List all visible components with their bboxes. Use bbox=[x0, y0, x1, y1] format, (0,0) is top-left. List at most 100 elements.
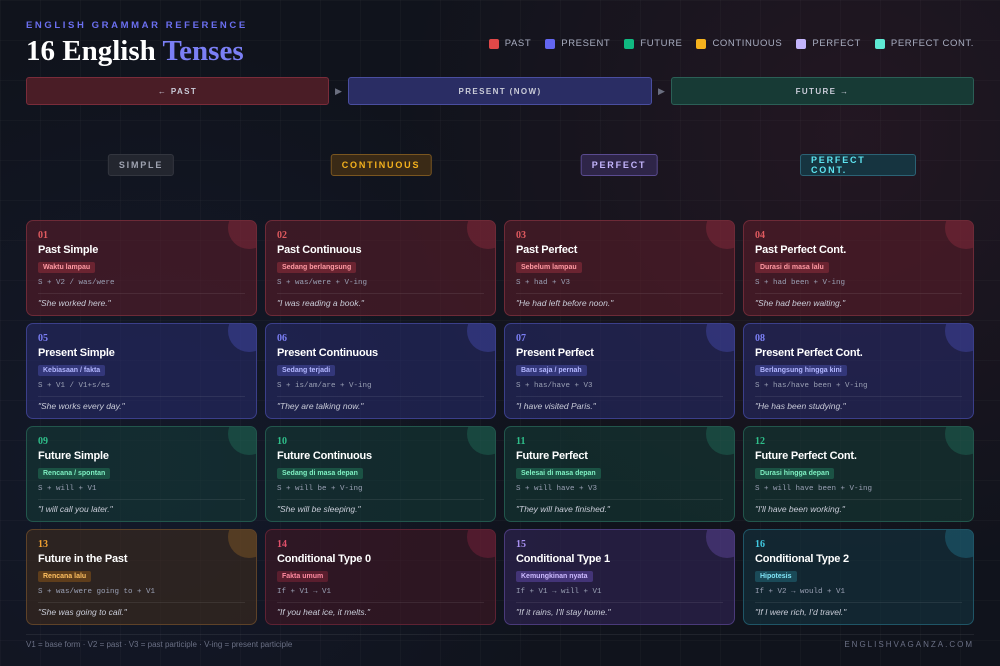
page-title: 16 English Tenses bbox=[26, 35, 248, 68]
card-tag: Rencana lalu bbox=[38, 571, 92, 582]
card-formula: S + V1 / V1+s/es bbox=[38, 382, 245, 397]
tense-grid: 01 Past Simple Waktu lampau S + V2 / was/we… bbox=[26, 220, 974, 625]
legend-label: PERFECT CONT. bbox=[890, 38, 974, 49]
arrow-right-icon: ▶ bbox=[658, 85, 665, 96]
timeline-future: FUTURE → bbox=[671, 77, 974, 105]
card-number: 06 bbox=[277, 333, 287, 344]
tense-card: 13 Future in the Past Rencana lalu S + was/… bbox=[26, 529, 257, 625]
card-formula: S + is/am/are + V-ing bbox=[277, 382, 484, 397]
card-number: 01 bbox=[38, 230, 48, 241]
card-formula: S + will have been + V-ing bbox=[755, 485, 962, 500]
card-tag: Selesai di masa depan bbox=[516, 468, 601, 479]
card-example: "They are talking now." bbox=[277, 401, 364, 411]
legend-label: FUTURE bbox=[640, 38, 683, 49]
card-title: Past Simple bbox=[38, 244, 99, 256]
card-title: Past Perfect bbox=[516, 244, 578, 256]
card-example: "He had left before noon." bbox=[516, 298, 614, 308]
tense-card: 07 Present Perfect Baru saja / pernah S + h… bbox=[504, 323, 735, 419]
card-number: 10 bbox=[277, 436, 287, 447]
card-formula: S + was/were going to + V1 bbox=[38, 588, 245, 603]
card-number: 04 bbox=[755, 230, 765, 241]
tense-card: 08 Present Perfect Cont. Berlangsung hingg… bbox=[743, 323, 974, 419]
card-number: 07 bbox=[516, 333, 526, 344]
card-formula: If + V1 → V1 bbox=[277, 588, 484, 603]
card-example: "She works every day." bbox=[38, 401, 125, 411]
card-title: Past Continuous bbox=[277, 244, 362, 256]
card-tag: Rencana / spontan bbox=[38, 468, 111, 479]
card-tag: Durasi di masa lalu bbox=[755, 262, 829, 273]
tense-card: 14 Conditional Type 0 Fakta umum If + V1 → … bbox=[265, 529, 496, 625]
card-tag: Sedang di masa depan bbox=[277, 468, 363, 479]
card-example: "If it rains, I'll stay home." bbox=[516, 607, 611, 617]
category-row: SIMPLE CONTINUOUS PERFECT PERFECT CONT. bbox=[26, 154, 974, 176]
card-title: Future Continuous bbox=[277, 450, 372, 462]
legend: PAST PRESENT FUTURE CONTINUOUS PERFECT P… bbox=[488, 38, 974, 49]
tense-card: 01 Past Simple Waktu lampau S + V2 / was/we… bbox=[26, 220, 257, 316]
card-example: "He has been studying." bbox=[755, 401, 846, 411]
card-title: Past Perfect Cont. bbox=[755, 244, 847, 256]
card-example: "I was reading a book." bbox=[277, 298, 364, 308]
legend-item-continuous: CONTINUOUS bbox=[696, 38, 782, 49]
future-swatch-icon bbox=[624, 38, 635, 49]
card-tag: Kebiasaan / fakta bbox=[38, 365, 106, 376]
card-formula: S + V2 / was/were bbox=[38, 279, 245, 294]
card-title: Future in the Past bbox=[38, 553, 128, 565]
category-perfect-cont: PERFECT CONT. bbox=[800, 154, 916, 176]
legend-label: PAST bbox=[504, 38, 532, 49]
card-number: 05 bbox=[38, 333, 48, 344]
tense-card: 12 Future Perfect Cont. Durasi hingga depa… bbox=[743, 426, 974, 522]
legend-item-perfect: PERFECT bbox=[796, 38, 861, 49]
card-number: 15 bbox=[516, 539, 526, 550]
card-number: 08 bbox=[755, 333, 765, 344]
card-number: 09 bbox=[38, 436, 48, 447]
card-example: "I'll have been working." bbox=[755, 504, 845, 514]
category-continuous: CONTINUOUS bbox=[330, 154, 432, 176]
card-number: 03 bbox=[516, 230, 526, 241]
tense-card: 16 Conditional Type 2 Hipotesis If + V2 → w… bbox=[743, 529, 974, 625]
card-title: Present Perfect Cont. bbox=[755, 347, 863, 359]
tense-card: 09 Future Simple Rencana / spontan S + will… bbox=[26, 426, 257, 522]
arrow-right-icon: ▶ bbox=[335, 85, 342, 96]
card-number: 11 bbox=[516, 436, 526, 447]
legend-label: PERFECT bbox=[812, 38, 861, 49]
card-formula: S + has/have been + V-ing bbox=[755, 382, 962, 397]
title-main: 16 English bbox=[26, 35, 156, 67]
continuous-swatch-icon bbox=[696, 38, 707, 49]
card-formula: S + will be + V-ing bbox=[277, 485, 484, 500]
tense-card: 15 Conditional Type 1 Kemungkinan nyata If … bbox=[504, 529, 735, 625]
card-formula: S + was/were + V-ing bbox=[277, 279, 484, 294]
eyebrow-label: ENGLISH GRAMMAR REFERENCE bbox=[26, 20, 248, 31]
legend-label: CONTINUOUS bbox=[712, 38, 783, 49]
tense-card: 05 Present Simple Kebiasaan / fakta S + V1 … bbox=[26, 323, 257, 419]
card-title: Present Perfect bbox=[516, 347, 594, 359]
past-swatch-icon bbox=[488, 38, 499, 49]
card-example: "If you heat ice, it melts." bbox=[277, 607, 370, 617]
category-perfect: PERFECT bbox=[580, 154, 658, 176]
card-number: 16 bbox=[755, 539, 765, 550]
card-title: Present Simple bbox=[38, 347, 115, 359]
tense-card: 06 Present Continuous Sedang terjadi S + is… bbox=[265, 323, 496, 419]
title-accent: Tenses bbox=[162, 35, 244, 67]
card-title: Present Continuous bbox=[277, 347, 378, 359]
legend-label: PRESENT bbox=[561, 38, 611, 49]
card-tag: Waktu lampau bbox=[38, 262, 96, 273]
category-simple: SIMPLE bbox=[107, 154, 175, 176]
card-example: "She had been waiting." bbox=[755, 298, 846, 308]
card-tag: Durasi hingga depan bbox=[755, 468, 835, 479]
card-title: Conditional Type 0 bbox=[277, 553, 371, 565]
timeline: ← PAST ▶ PRESENT (NOW) ▶ FUTURE → bbox=[26, 77, 974, 105]
present-swatch-icon bbox=[545, 38, 556, 49]
card-number: 14 bbox=[277, 539, 287, 550]
card-title: Future Perfect bbox=[516, 450, 588, 462]
timeline-present: PRESENT (NOW) bbox=[348, 77, 652, 105]
card-formula: S + has/have + V3 bbox=[516, 382, 723, 397]
footer: V1 = base form · V2 = past · V3 = past p… bbox=[26, 634, 974, 649]
perfect-swatch-icon bbox=[796, 38, 807, 49]
footer-note: V1 = base form · V2 = past · V3 = past p… bbox=[26, 640, 293, 649]
card-title: Conditional Type 1 bbox=[516, 553, 610, 565]
legend-item-perfect-cont: PERFECT CONT. bbox=[874, 38, 974, 49]
card-title: Future Perfect Cont. bbox=[755, 450, 857, 462]
tense-card: 10 Future Continuous Sedang di masa depan S… bbox=[265, 426, 496, 522]
card-tag: Fakta umum bbox=[277, 571, 329, 582]
card-title: Conditional Type 2 bbox=[755, 553, 849, 565]
